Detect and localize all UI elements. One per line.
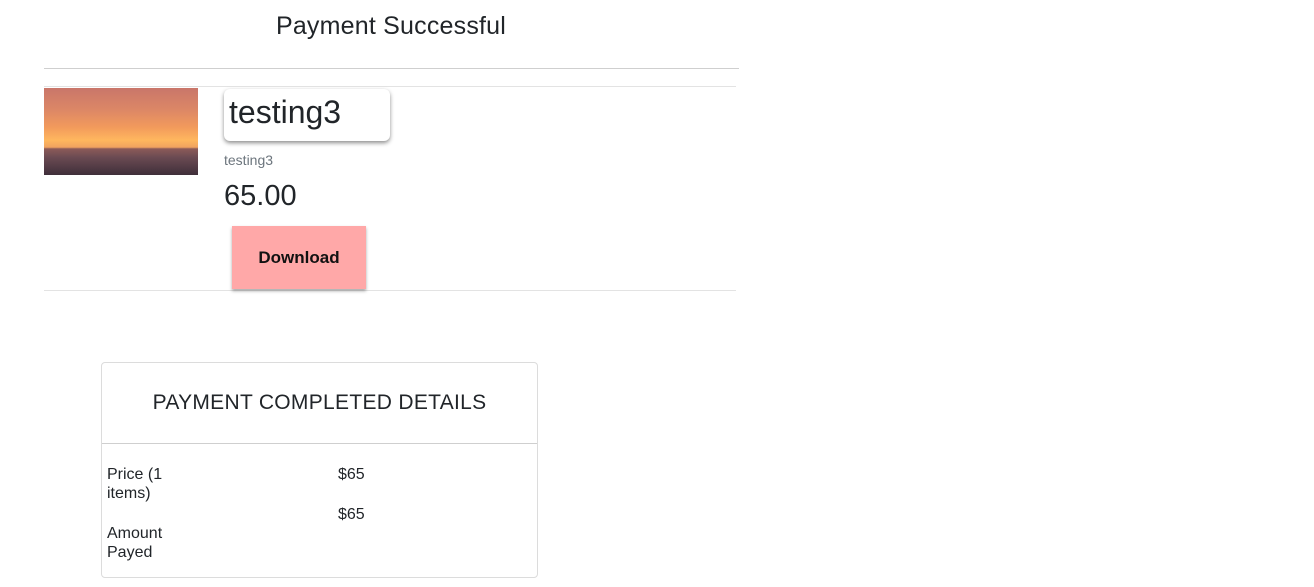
product-thumbnail — [44, 88, 198, 175]
product-name: testing3 — [224, 89, 390, 141]
amount-payed-value: $65 — [338, 506, 365, 523]
page-title: Payment Successful — [275, 12, 507, 40]
product-subtitle: testing3 — [224, 152, 274, 168]
title-divider — [44, 68, 739, 69]
price-value: $65 — [338, 466, 365, 483]
price-label: Price (1 items) — [107, 466, 163, 502]
payment-success-page: Payment Successful testing3 testing3 65.… — [0, 0, 1314, 587]
download-button[interactable]: Download — [232, 226, 366, 289]
payment-details-card: PAYMENT COMPLETED DETAILS Price (1 items… — [101, 362, 538, 578]
product-price: 65.00 — [224, 180, 297, 212]
amount-payed-label: Amount Payed — [107, 525, 163, 561]
payment-details-heading: PAYMENT COMPLETED DETAILS — [102, 363, 537, 444]
product-row: testing3 testing3 65.00 Download — [44, 86, 736, 291]
payment-details-body: Price (1 items) $65 Amount Payed $65 — [102, 444, 537, 577]
